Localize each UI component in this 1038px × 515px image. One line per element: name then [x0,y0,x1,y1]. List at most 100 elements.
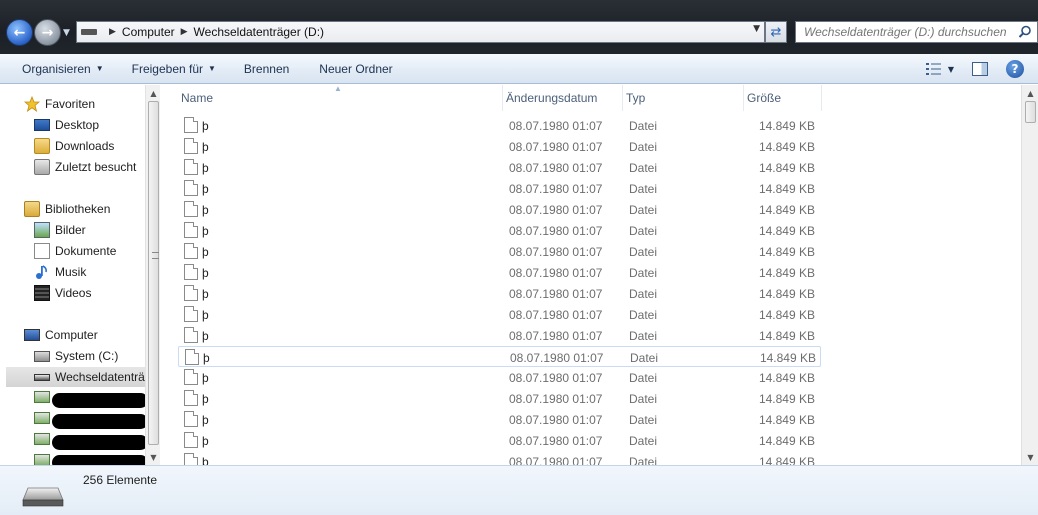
nav-removable-drive[interactable]: Wechseldatenträ [6,367,146,387]
scrollbar-thumb[interactable] [148,101,159,445]
nav-label: Wechseldatenträ [55,370,145,384]
file-name: þ [202,160,209,175]
column-header-type[interactable]: Typ [623,85,744,111]
views-chevron-down-icon[interactable]: ▼ [948,65,954,74]
table-row[interactable]: þ 08.07.1980 01:07 Datei 14.849 KB [178,199,821,220]
nav-music[interactable]: Musik [34,262,86,282]
nav-recent[interactable]: Zuletzt besucht [34,157,136,177]
file-icon [184,369,198,385]
table-row[interactable]: þ 08.07.1980 01:07 Datei 14.849 KB [178,388,821,409]
table-row[interactable]: þ 08.07.1980 01:07 Datei 14.849 KB [178,304,821,325]
file-type: Datei [629,454,658,466]
table-row[interactable]: þ 08.07.1980 01:07 Datei 14.849 KB [178,241,821,262]
table-row[interactable]: þ 08.07.1980 01:07 Datei 14.849 KB [178,220,821,241]
back-button[interactable]: ← [6,19,33,46]
column-header-label: Änderungsdatum [506,91,598,105]
column-header-size[interactable]: Größe [744,85,822,111]
nav-downloads[interactable]: Downloads [34,136,114,156]
network-drive-icon[interactable] [34,412,50,424]
table-row[interactable]: þ 08.07.1980 01:07 Datei 14.849 KB [178,178,821,199]
nav-documents[interactable]: Dokumente [34,241,116,261]
item-count: 256 Elemente [83,473,158,487]
navigation-pane-scrollbar[interactable]: ▲ ▼ [145,85,160,465]
file-name: þ [202,412,209,427]
network-drive-icon[interactable] [34,454,50,465]
address-history-chevron-down-icon[interactable]: ▼ [753,24,760,34]
drive-icon [81,29,97,35]
arrow-right-icon: → [41,24,54,41]
column-header-name[interactable]: Name ▲ [178,85,503,111]
table-row[interactable]: þ 08.07.1980 01:07 Datei 14.849 KB [178,451,821,465]
file-name: þ [203,350,210,365]
scroll-down-icon[interactable]: ▼ [1023,450,1038,464]
search-box[interactable] [795,21,1038,43]
organize-button[interactable]: Organisieren ▼ [12,57,114,81]
column-header-date[interactable]: Änderungsdatum [503,85,623,111]
file-icon [184,453,198,465]
file-type: Datei [629,328,658,343]
table-row[interactable]: þ 08.07.1980 01:07 Datei 14.849 KB [178,430,821,451]
file-list-scrollbar[interactable]: ▲ ▼ [1021,85,1038,465]
views-icon[interactable] [925,62,942,76]
file-icon [184,243,198,259]
nav-label: Dokumente [55,244,117,258]
forward-button[interactable]: → [34,19,61,46]
nav-label: Musik [55,265,87,279]
new-folder-button[interactable]: Neuer Ordner [309,57,402,81]
network-drive-icon[interactable] [34,433,50,445]
nav-system-drive[interactable]: System (C:) [34,346,118,366]
libraries-icon [24,201,40,217]
nav-pictures[interactable]: Bilder [34,220,86,240]
share-button[interactable]: Freigeben für ▼ [122,57,226,81]
table-row[interactable]: þ 08.07.1980 01:07 Datei 14.849 KB [178,136,821,157]
file-size: 14.849 KB [758,433,815,448]
nav-computer[interactable]: Computer [24,325,98,345]
refresh-button[interactable]: ⇄ [765,21,787,43]
file-icon [184,117,198,133]
nav-desktop[interactable]: Desktop [34,115,99,135]
breadcrumb-separator-icon[interactable]: ▶ [181,27,188,37]
breadcrumb-computer[interactable]: Computer [122,25,175,39]
file-name: þ [202,181,209,196]
table-row[interactable]: þ 08.07.1980 01:07 Datei 14.849 KB [178,262,821,283]
nav-label: Bibliotheken [45,202,111,216]
address-bar[interactable]: ▶ Computer ▶ Wechseldatenträger (D:) ▼ [76,21,765,43]
table-row[interactable]: þ 08.07.1980 01:07 Datei 14.849 KB [178,283,821,304]
table-row[interactable]: þ 08.07.1980 01:07 Datei 14.849 KB [178,115,821,136]
table-row[interactable]: þ 08.07.1980 01:07 Datei 14.849 KB [178,346,821,367]
search-input[interactable] [804,25,1014,39]
pane-splitter[interactable] [160,85,178,465]
breadcrumb-removable-drive[interactable]: Wechseldatenträger (D:) [194,25,325,39]
table-row[interactable]: þ 08.07.1980 01:07 Datei 14.849 KB [178,367,821,388]
table-row[interactable]: þ 08.07.1980 01:07 Datei 14.849 KB [178,409,821,430]
scroll-up-icon[interactable]: ▲ [1023,86,1038,100]
nav-videos[interactable]: Videos [34,283,91,303]
scroll-up-icon[interactable]: ▲ [146,86,161,100]
file-size: 14.849 KB [758,118,815,133]
table-row[interactable]: þ 08.07.1980 01:07 Datei 14.849 KB [178,325,821,346]
toolbar-right-group: ▼ ? [925,54,1038,84]
search-icon[interactable] [1018,25,1032,39]
burn-button[interactable]: Brennen [234,57,299,81]
file-icon [184,159,198,175]
scroll-down-icon[interactable]: ▼ [146,450,161,464]
refresh-icon: ⇄ [770,24,782,40]
table-row[interactable]: þ 08.07.1980 01:07 Datei 14.849 KB [178,157,821,178]
preview-pane-icon[interactable] [972,62,988,76]
network-drive-icon[interactable] [34,391,50,403]
recent-pages-chevron-down-icon[interactable]: ▼ [63,28,70,38]
file-size: 14.849 KB [758,139,815,154]
file-name: þ [202,454,209,466]
nav-favorites[interactable]: Favoriten [24,94,95,114]
help-icon[interactable]: ? [1006,60,1024,78]
file-size: 14.849 KB [758,307,815,322]
navigation-pane: Favoriten Desktop Downloads Zuletzt besu… [0,85,160,465]
nav-label: Videos [55,286,92,300]
file-size: 14.849 KB [758,202,815,217]
file-name: þ [202,139,209,154]
file-size: 14.849 KB [758,286,815,301]
nav-libraries[interactable]: Bibliotheken [24,199,110,219]
breadcrumb-separator-icon[interactable]: ▶ [109,27,116,37]
scrollbar-thumb[interactable] [1025,101,1036,123]
file-date: 08.07.1980 01:07 [509,391,603,406]
